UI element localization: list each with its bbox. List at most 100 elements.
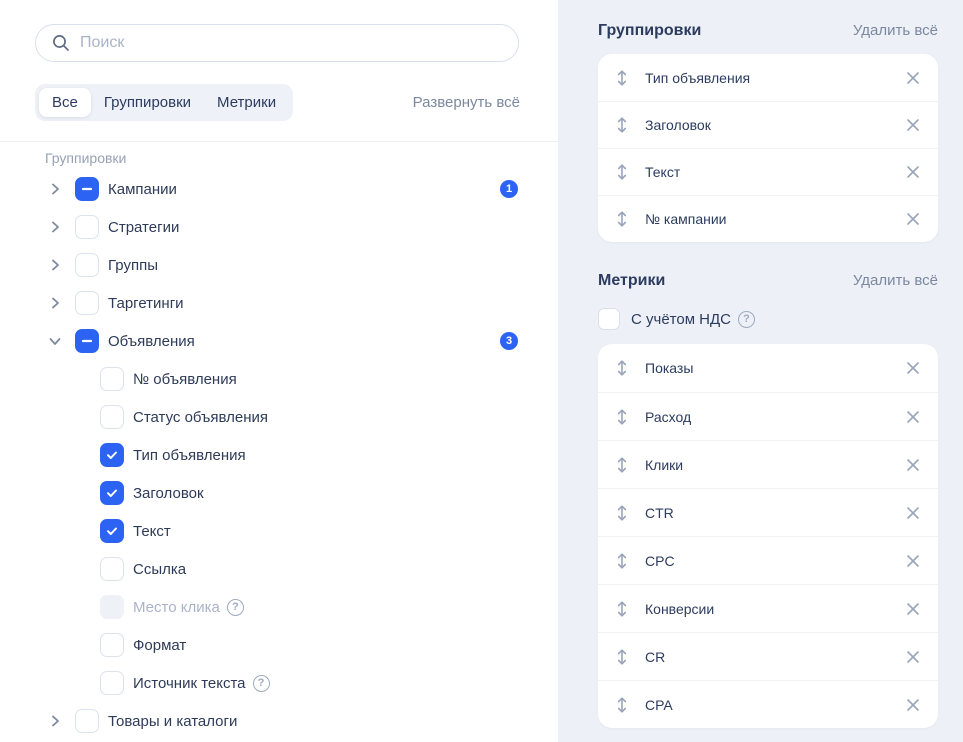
- drag-handle-icon[interactable]: [616, 162, 628, 182]
- checkbox[interactable]: [100, 443, 124, 467]
- selected-column-row: Текст: [598, 148, 938, 195]
- checkbox[interactable]: [100, 557, 124, 581]
- tree-item-label: Формат: [133, 637, 186, 654]
- checkbox[interactable]: [100, 481, 124, 505]
- tree-item[interactable]: № объявления: [35, 360, 520, 398]
- selected-column-row: Расход: [598, 392, 938, 440]
- drag-handle-icon[interactable]: [616, 115, 628, 135]
- tree-item[interactable]: Объявления 3: [35, 322, 520, 360]
- check-icon: [105, 486, 119, 500]
- tree-item[interactable]: Статус объявления: [35, 398, 520, 436]
- chevron-icon[interactable]: [47, 181, 63, 197]
- drag-handle-icon[interactable]: [616, 503, 628, 523]
- remove-icon[interactable]: [906, 698, 920, 712]
- selected-column-row: CTR: [598, 488, 938, 536]
- selected-column-row: Тип объявления: [598, 54, 938, 101]
- remove-icon[interactable]: [906, 71, 920, 85]
- tree-item[interactable]: Ссылка: [35, 550, 520, 588]
- chevron-icon[interactable]: [47, 295, 63, 311]
- tree-item[interactable]: Заголовок: [35, 474, 520, 512]
- metrics-title: Метрики: [598, 272, 665, 290]
- check-icon: [105, 524, 119, 538]
- checkbox[interactable]: [75, 329, 99, 353]
- tree-item[interactable]: Источник текста ?: [35, 664, 520, 702]
- drag-handle-icon[interactable]: [616, 407, 628, 427]
- chevron-icon[interactable]: [47, 257, 63, 273]
- metrics-header: Метрики Удалить всё: [598, 272, 938, 290]
- tree-item[interactable]: Кампании 1: [35, 170, 520, 208]
- checkbox[interactable]: [100, 671, 124, 695]
- remove-icon[interactable]: [906, 650, 920, 664]
- drag-handle-icon[interactable]: [616, 551, 628, 571]
- drag-handle-icon[interactable]: [616, 68, 628, 88]
- search-input[interactable]: [80, 34, 502, 52]
- selected-column-row: Заголовок: [598, 101, 938, 148]
- remove-icon[interactable]: [906, 554, 920, 568]
- remove-icon[interactable]: [906, 118, 920, 132]
- expand-all-link[interactable]: Развернуть всё: [413, 94, 520, 111]
- tab-label: Группировки: [104, 94, 191, 111]
- checkbox[interactable]: [75, 177, 99, 201]
- checkbox[interactable]: [75, 215, 99, 239]
- metrics-section: Метрики Удалить всё С учётом НДС ? Показ…: [598, 272, 938, 728]
- checkbox[interactable]: [100, 595, 124, 619]
- selected-column-label: CR: [645, 649, 665, 665]
- filter-tabs: Все Группировки Метрики: [35, 84, 293, 121]
- tree-item[interactable]: Тип объявления: [35, 436, 520, 474]
- help-icon[interactable]: ?: [253, 675, 270, 692]
- tree-item[interactable]: Таргетинги: [35, 284, 520, 322]
- selected-column-label: № кампании: [645, 211, 727, 227]
- tree-item-label: Кампании: [108, 181, 177, 198]
- tree-item[interactable]: Текст: [35, 512, 520, 550]
- groupings-header: Группировки Удалить всё: [598, 22, 938, 40]
- checkbox[interactable]: [75, 253, 99, 277]
- checkbox[interactable]: [75, 709, 99, 733]
- remove-icon[interactable]: [906, 506, 920, 520]
- search-box[interactable]: [35, 24, 519, 62]
- filter-tab[interactable]: Метрики: [204, 88, 289, 117]
- tree-item-label: Источник текста: [133, 675, 246, 692]
- selected-column-label: Конверсии: [645, 601, 714, 617]
- drag-handle-icon[interactable]: [616, 209, 628, 229]
- tree-item[interactable]: Группы: [35, 246, 520, 284]
- checkbox[interactable]: [100, 405, 124, 429]
- tree-item-label: Текст: [133, 523, 171, 540]
- minus-icon: [80, 334, 94, 348]
- tree-item[interactable]: Товары и каталоги: [35, 702, 520, 740]
- chevron-icon[interactable]: [47, 713, 63, 729]
- vat-checkbox[interactable]: [598, 308, 620, 330]
- filter-tab[interactable]: Все: [39, 88, 91, 117]
- check-icon: [105, 448, 119, 462]
- groupings-title: Группировки: [598, 22, 701, 40]
- drag-handle-icon[interactable]: [616, 647, 628, 667]
- selected-column-label: Заголовок: [645, 117, 711, 133]
- drag-handle-icon[interactable]: [616, 599, 628, 619]
- tree-item[interactable]: Формат: [35, 626, 520, 664]
- groupings-clear-all-link[interactable]: Удалить всё: [853, 22, 938, 39]
- remove-icon[interactable]: [906, 212, 920, 226]
- chevron-icon[interactable]: [47, 333, 63, 349]
- tree-item-label: Товары и каталоги: [108, 713, 237, 730]
- checkbox[interactable]: [100, 519, 124, 543]
- drag-handle-icon[interactable]: [616, 358, 628, 378]
- groupings-list: Тип объявления Заголовок: [598, 54, 938, 242]
- count-badge: 1: [500, 180, 518, 198]
- remove-icon[interactable]: [906, 165, 920, 179]
- remove-icon[interactable]: [906, 458, 920, 472]
- help-icon[interactable]: ?: [738, 311, 755, 328]
- remove-icon[interactable]: [906, 361, 920, 375]
- filter-tab[interactable]: Группировки: [91, 88, 204, 117]
- drag-handle-icon[interactable]: [616, 455, 628, 475]
- tree-item[interactable]: Место клика ?: [35, 588, 520, 626]
- help-icon[interactable]: ?: [227, 599, 244, 616]
- checkbox[interactable]: [75, 291, 99, 315]
- drag-handle-icon[interactable]: [616, 695, 628, 715]
- chevron-icon[interactable]: [47, 219, 63, 235]
- remove-icon[interactable]: [906, 410, 920, 424]
- tree-item[interactable]: Стратегии: [35, 208, 520, 246]
- tree-item-label: № объявления: [133, 371, 237, 388]
- remove-icon[interactable]: [906, 602, 920, 616]
- metrics-clear-all-link[interactable]: Удалить всё: [853, 272, 938, 289]
- checkbox[interactable]: [100, 367, 124, 391]
- checkbox[interactable]: [100, 633, 124, 657]
